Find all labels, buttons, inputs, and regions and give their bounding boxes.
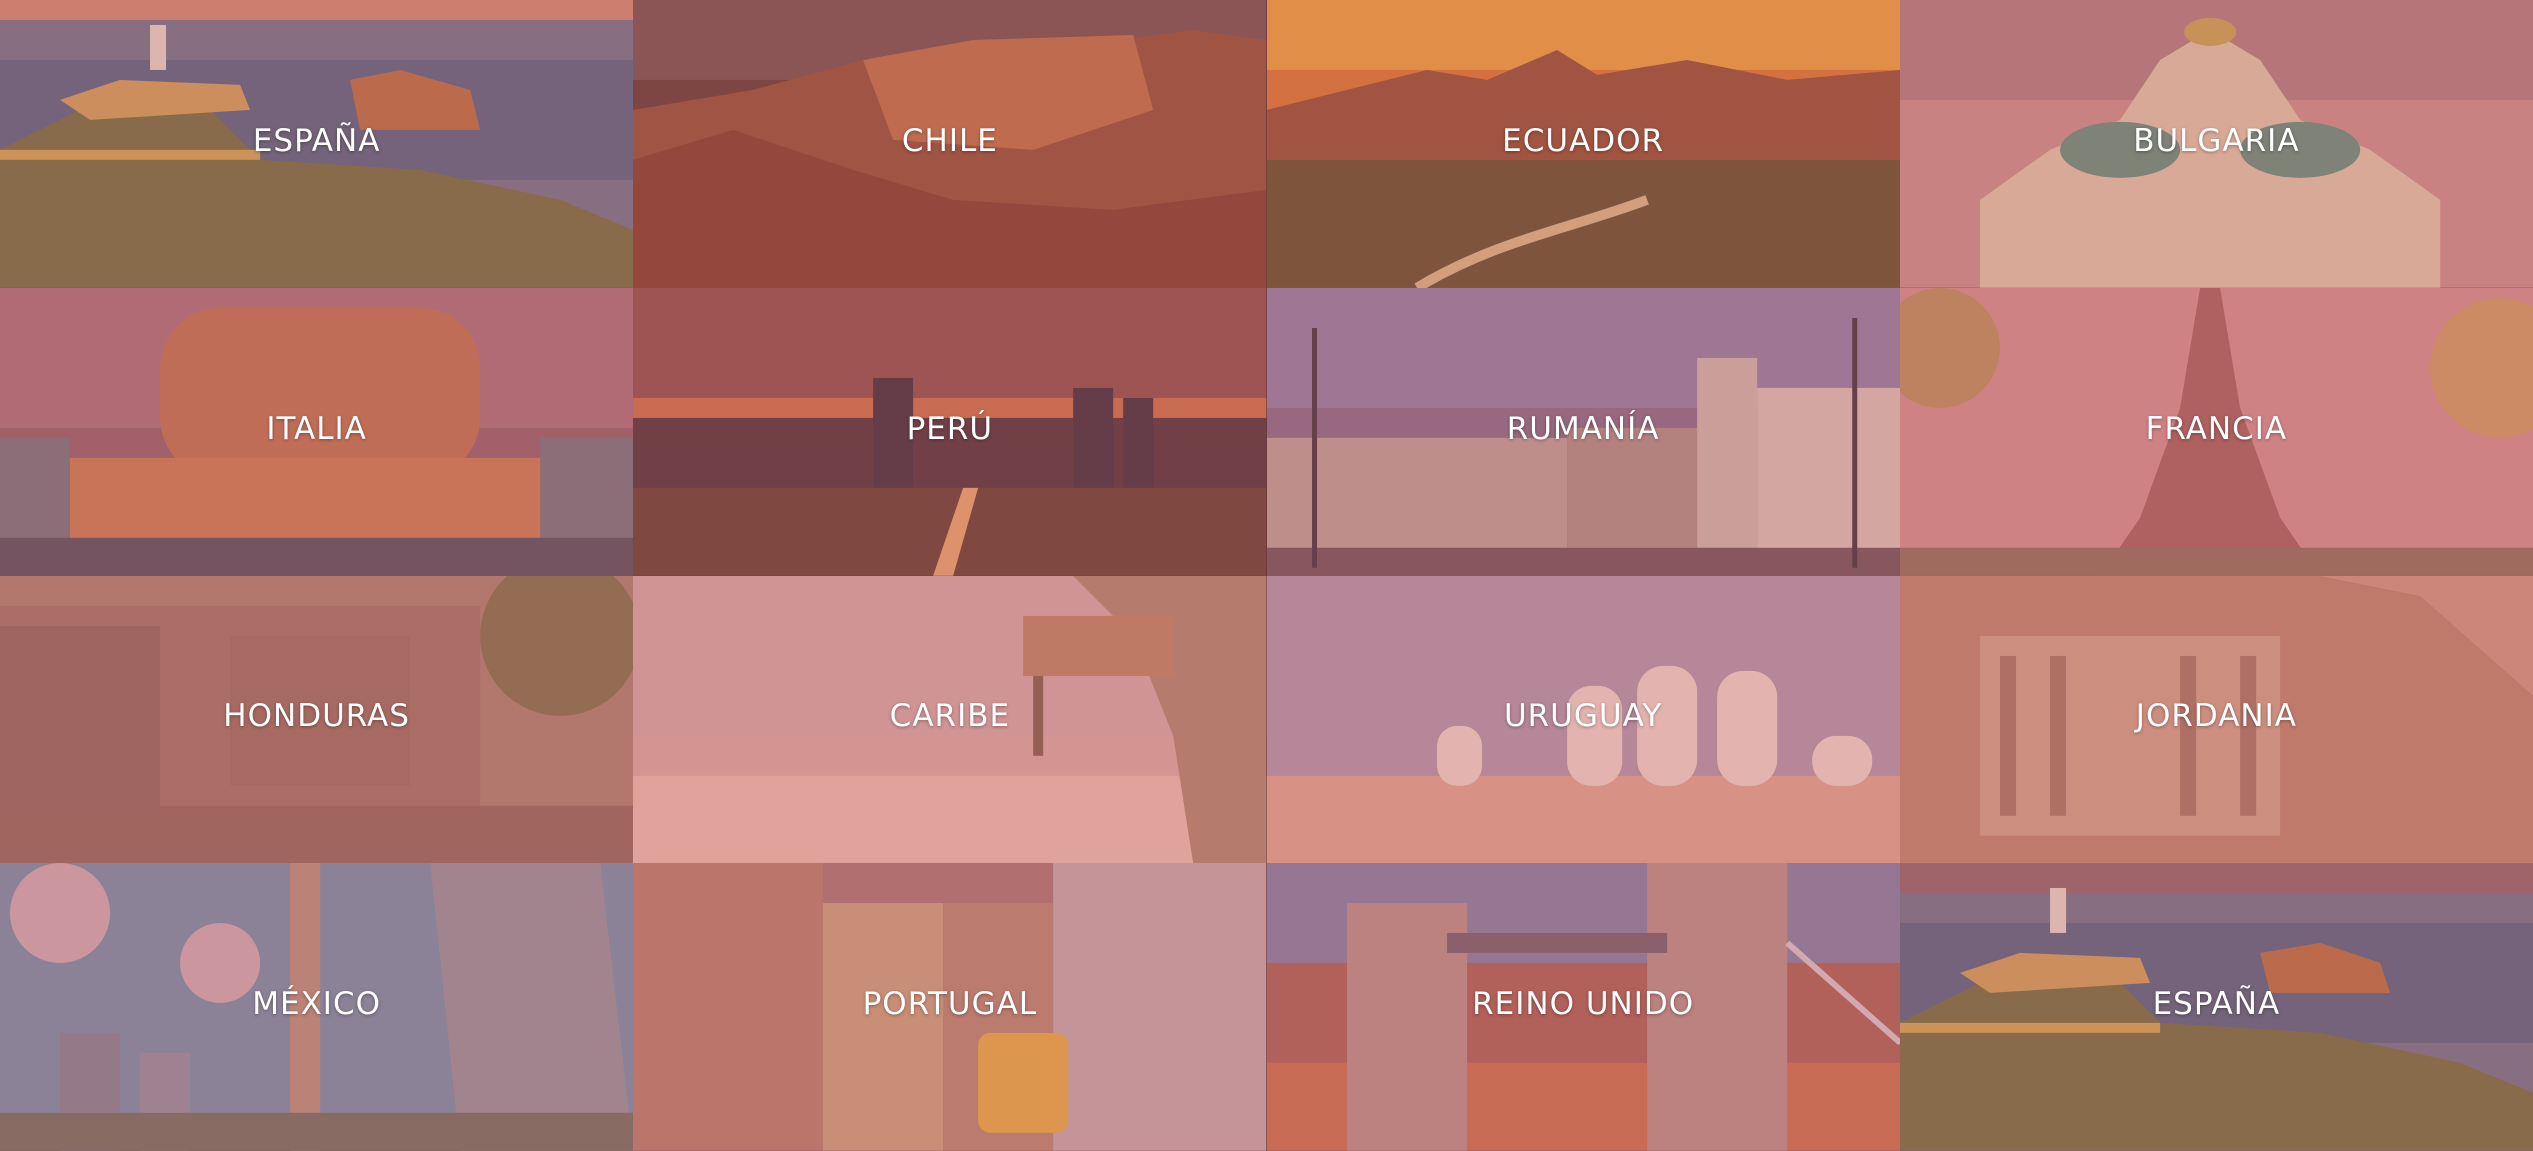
destination-label: PORTUGAL [862, 986, 1038, 1023]
destination-tile-italia[interactable]: ITALIA [0, 287, 634, 576]
destination-tile-rumania[interactable]: RUMANÍA [1266, 287, 1900, 576]
destination-tile-chile[interactable]: CHILE [633, 0, 1267, 288]
destination-label: URUGUAY [1503, 698, 1663, 735]
destination-tile-honduras[interactable]: HONDURAS [0, 575, 634, 864]
destination-label: ECUADOR [1502, 122, 1665, 159]
destination-tile-espana[interactable]: ESPAÑA [0, 0, 634, 288]
destination-tile-portugal[interactable]: PORTUGAL [633, 863, 1267, 1151]
destination-tile-caribe[interactable]: CARIBE [633, 575, 1267, 864]
destination-tile-jordania[interactable]: JORDANIA [1899, 575, 2533, 864]
destination-tile-espana-2[interactable]: ESPAÑA [1899, 863, 2533, 1151]
destination-tile-uruguay[interactable]: URUGUAY [1266, 575, 1900, 864]
destination-label: CARIBE [889, 698, 1011, 735]
destination-label: RUMANÍA [1506, 410, 1660, 447]
destination-tile-peru[interactable]: PERÚ [633, 287, 1267, 576]
destinations-grid: ESPAÑA CHILE ECUADOR BULGARIA ITALIA PER… [0, 0, 2533, 1151]
destination-label: PERÚ [906, 410, 994, 447]
destination-label: BULGARIA [2133, 122, 2300, 159]
destination-label: ESPAÑA [2152, 986, 2281, 1023]
destination-label: FRANCIA [2145, 410, 2288, 447]
destination-label: ITALIA [266, 410, 367, 447]
destination-tile-bulgaria[interactable]: BULGARIA [1899, 0, 2533, 288]
destination-tile-ecuador[interactable]: ECUADOR [1266, 0, 1900, 288]
destination-tile-reino-unido[interactable]: REINO UNIDO [1266, 863, 1900, 1151]
destination-tile-francia[interactable]: FRANCIA [1899, 287, 2533, 576]
destination-label: REINO UNIDO [1472, 986, 1695, 1023]
destination-tile-mexico[interactable]: MÉXICO [0, 863, 634, 1151]
destination-label: MÉXICO [252, 986, 381, 1023]
destination-label: ESPAÑA [252, 122, 381, 159]
destination-label: HONDURAS [223, 698, 410, 735]
destination-label: JORDANIA [2135, 698, 2297, 735]
destination-label: CHILE [901, 122, 998, 159]
